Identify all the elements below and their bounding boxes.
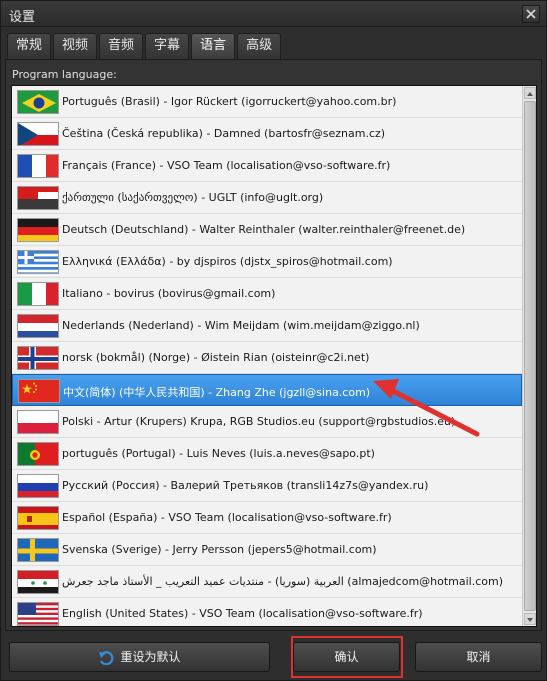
tab-audio[interactable]: 音频: [99, 33, 144, 59]
language-label: Español (España) - VSO Team (localisatio…: [62, 511, 392, 524]
russia-flag-icon: [17, 474, 59, 498]
china-flag-icon: [18, 379, 60, 403]
reset-button-label: 重设为默认: [120, 650, 181, 664]
cancel-button[interactable]: 取消: [415, 642, 542, 672]
list-scrollbar[interactable]: [522, 86, 536, 626]
close-button[interactable]: [522, 5, 540, 23]
brazil-flag-icon: [17, 90, 59, 114]
language-label: العربية (سوريا) - منتديات عميد التعريب _…: [62, 575, 504, 588]
language-item[interactable]: Ελληνικά (Ελλάδα) - by djspiros (djstx_s…: [12, 246, 522, 278]
netherlands-flag-icon: [17, 314, 59, 338]
language-item-selected[interactable]: 中文(简体) (中华人民共和国) - Zhang Zhe (jgzll@sina…: [12, 374, 522, 406]
tab-video[interactable]: 视频: [53, 33, 98, 59]
syria-flag-icon: [17, 570, 59, 594]
language-label: Ελληνικά (Ελλάδα) - by djspiros (djstx_s…: [62, 255, 393, 268]
language-item[interactable]: Français (France) - VSO Team (localisati…: [12, 150, 522, 182]
spain-flag-icon: [17, 506, 59, 530]
greece-flag-icon: [17, 250, 59, 274]
tab-language[interactable]: 语言: [191, 33, 236, 60]
language-list[interactable]: Português (Brasil) - Igor Rückert (igorr…: [11, 85, 537, 627]
language-item[interactable]: Polski - Artur (Krupers) Krupa, RGB Stud…: [12, 406, 522, 438]
language-item[interactable]: Русский (Россия) - Валерий Третьяков (tr…: [12, 470, 522, 502]
program-language-label: Program language:: [12, 68, 117, 81]
language-rows: Português (Brasil) - Igor Rückert (igorr…: [12, 86, 522, 626]
language-panel: Program language: Português (Brasil) - I…: [5, 59, 542, 631]
italy-flag-icon: [17, 282, 59, 306]
language-item[interactable]: ქართული (საქართველო) - UGLT (info@uglt.o…: [12, 182, 522, 214]
language-label: Italiano - bovirus (bovirus@gmail.com): [62, 287, 276, 300]
language-label: Português (Brasil) - Igor Rückert (igorr…: [62, 95, 397, 108]
language-label: Français (France) - VSO Team (localisati…: [62, 159, 391, 172]
portugal-flag-icon: [17, 442, 59, 466]
usa-flag-icon: [17, 602, 59, 626]
settings-window: 设置 常规 视频 音频 字幕 语言 高级 Program language: P…: [0, 0, 547, 681]
language-label: 中文(简体) (中华人民共和国) - Zhang Zhe (jgzll@sina…: [63, 386, 371, 399]
tab-general[interactable]: 常规: [7, 33, 52, 59]
language-label: Svenska (Sverige) - Jerry Persson (jeper…: [62, 543, 377, 556]
tab-subtitles[interactable]: 字幕: [145, 33, 190, 59]
chevron-down-icon: [527, 618, 533, 622]
window-title: 设置: [9, 10, 36, 25]
reset-icon: [99, 650, 114, 665]
language-label: Čeština (Česká republika) - Damned (bart…: [62, 127, 386, 140]
language-item[interactable]: Español (España) - VSO Team (localisatio…: [12, 502, 522, 534]
norway-flag-icon: [17, 346, 59, 370]
title-bar: 设置: [1, 1, 546, 27]
language-item[interactable]: العربية (سوريا) - منتديات عميد التعريب _…: [12, 566, 522, 598]
language-item[interactable]: Nederlands (Nederland) - Wim Meijdam (wi…: [12, 310, 522, 342]
tab-bar: 常规 视频 音频 字幕 语言 高级: [7, 33, 283, 60]
language-label: English (United States) - VSO Team (loca…: [62, 607, 423, 620]
germany-flag-icon: [17, 218, 59, 242]
language-item[interactable]: Deutsch (Deutschland) - Walter Reinthale…: [12, 214, 522, 246]
language-item[interactable]: Svenska (Sverige) - Jerry Persson (jeper…: [12, 534, 522, 566]
language-item[interactable]: English (United States) - VSO Team (loca…: [12, 598, 522, 626]
georgia-flag-icon: [17, 186, 59, 210]
language-item[interactable]: norsk (bokmål) (Norge) - Øistein Rian (o…: [12, 342, 522, 374]
language-label: português (Portugal) - Luis Neves (luis.…: [62, 447, 375, 460]
scroll-down-button[interactable]: [524, 613, 536, 625]
language-item[interactable]: português (Portugal) - Luis Neves (luis.…: [12, 438, 522, 470]
scroll-thumb[interactable]: [524, 101, 536, 611]
language-item[interactable]: Italiano - bovirus (bovirus@gmail.com): [12, 278, 522, 310]
czech-flag-icon: [17, 122, 59, 146]
language-item[interactable]: Português (Brasil) - Igor Rückert (igorr…: [12, 86, 522, 118]
language-label: Русский (Россия) - Валерий Третьяков (tr…: [62, 479, 429, 492]
ok-button-highlight: [291, 636, 403, 678]
tab-advanced[interactable]: 高级: [237, 33, 282, 59]
chevron-up-icon: [527, 92, 533, 96]
language-label: ქართული (საქართველო) - UGLT (info@uglt.o…: [62, 191, 324, 204]
language-item[interactable]: Čeština (Česká republika) - Damned (bart…: [12, 118, 522, 150]
poland-flag-icon: [17, 410, 59, 434]
france-flag-icon: [17, 154, 59, 178]
language-label: Nederlands (Nederland) - Wim Meijdam (wi…: [62, 319, 420, 332]
close-icon: [526, 9, 536, 19]
sweden-flag-icon: [17, 538, 59, 562]
reset-defaults-button[interactable]: 重设为默认: [9, 642, 270, 672]
language-label: norsk (bokmål) (Norge) - Øistein Rian (o…: [62, 351, 370, 364]
scroll-up-button[interactable]: [524, 87, 536, 99]
language-label: Polski - Artur (Krupers) Krupa, RGB Stud…: [62, 415, 456, 428]
language-label: Deutsch (Deutschland) - Walter Reinthale…: [62, 223, 466, 236]
